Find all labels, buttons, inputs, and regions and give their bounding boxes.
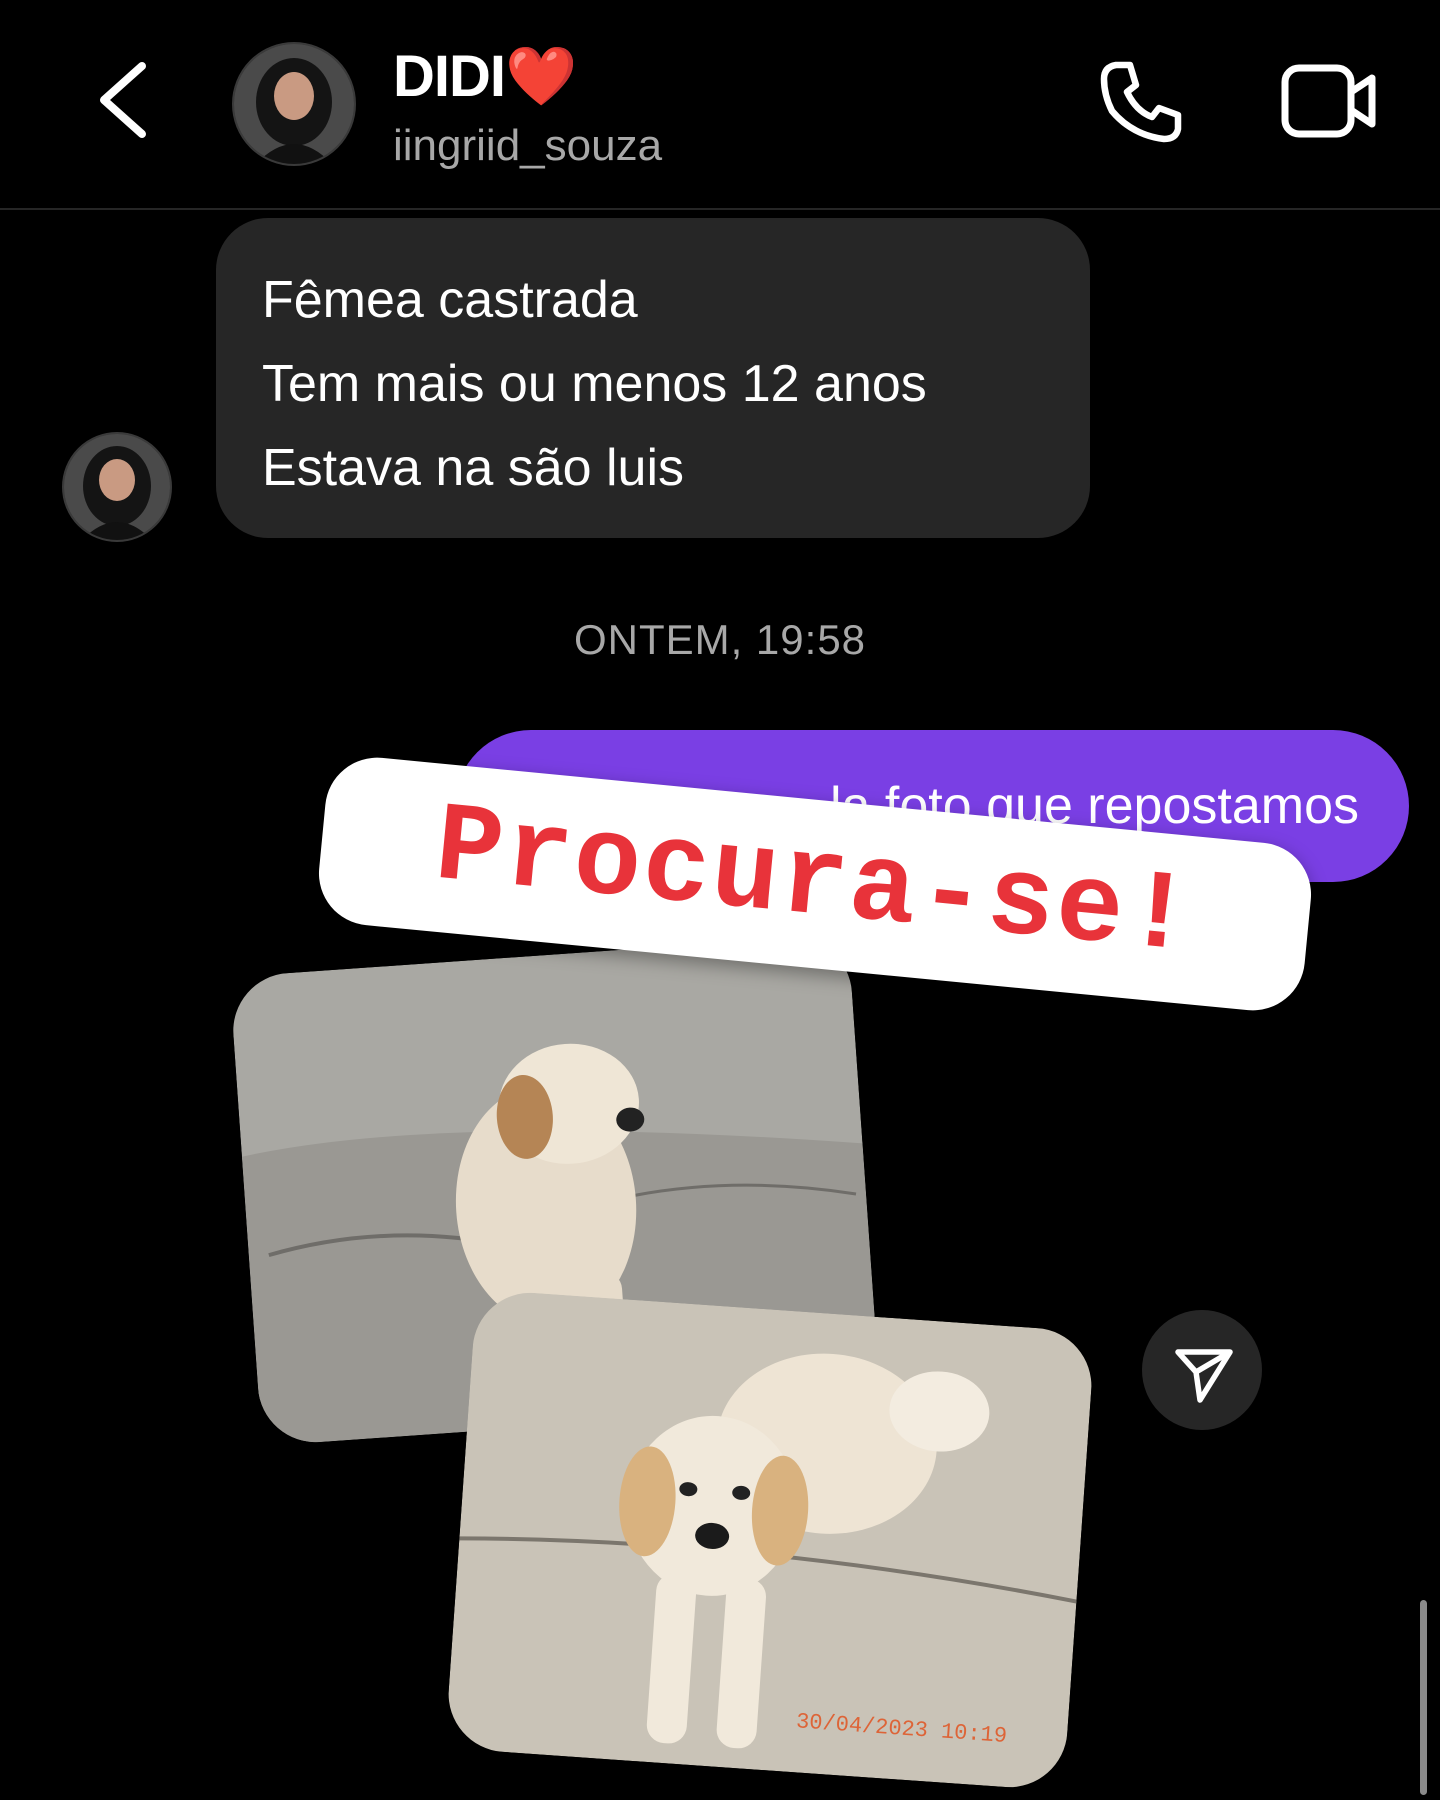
message-timestamp: ONTEM, 19:58 <box>573 616 867 663</box>
avatar-image <box>234 44 354 164</box>
contact-name-text: DIDI <box>393 44 506 109</box>
message-line: Fêmea castrada <box>262 271 638 329</box>
heart-emoji: ❤️ <box>505 44 577 109</box>
chat-header: DIDI❤️ iingriid_souza <box>0 0 1440 210</box>
sender-avatar[interactable] <box>62 432 172 542</box>
contact-username[interactable]: iingriid_souza <box>393 120 662 172</box>
scrollbar[interactable] <box>1420 1600 1427 1795</box>
back-icon <box>100 62 146 138</box>
message-line: Estava na são luis <box>262 439 685 497</box>
message-line: Tem mais ou menos 12 anos <box>262 355 927 413</box>
avatar-image <box>64 434 170 540</box>
video-call-button[interactable] <box>1280 58 1380 144</box>
phone-icon <box>1100 61 1182 143</box>
send-icon <box>1175 1349 1233 1403</box>
story-photo-2[interactable]: 30/04/2023 10:19 <box>444 1288 1096 1792</box>
contact-avatar[interactable] <box>232 42 356 166</box>
back-button[interactable] <box>90 58 160 142</box>
received-message-bubble[interactable]: Fêmea castrada Tem mais ou menos 12 anos… <box>216 218 1090 538</box>
share-button[interactable] <box>1142 1310 1262 1430</box>
contact-name[interactable]: DIDI❤️ <box>393 44 577 110</box>
voice-call-button[interactable] <box>1096 55 1188 147</box>
video-call-icon <box>1281 64 1376 138</box>
dog-photo-image <box>444 1288 1096 1792</box>
